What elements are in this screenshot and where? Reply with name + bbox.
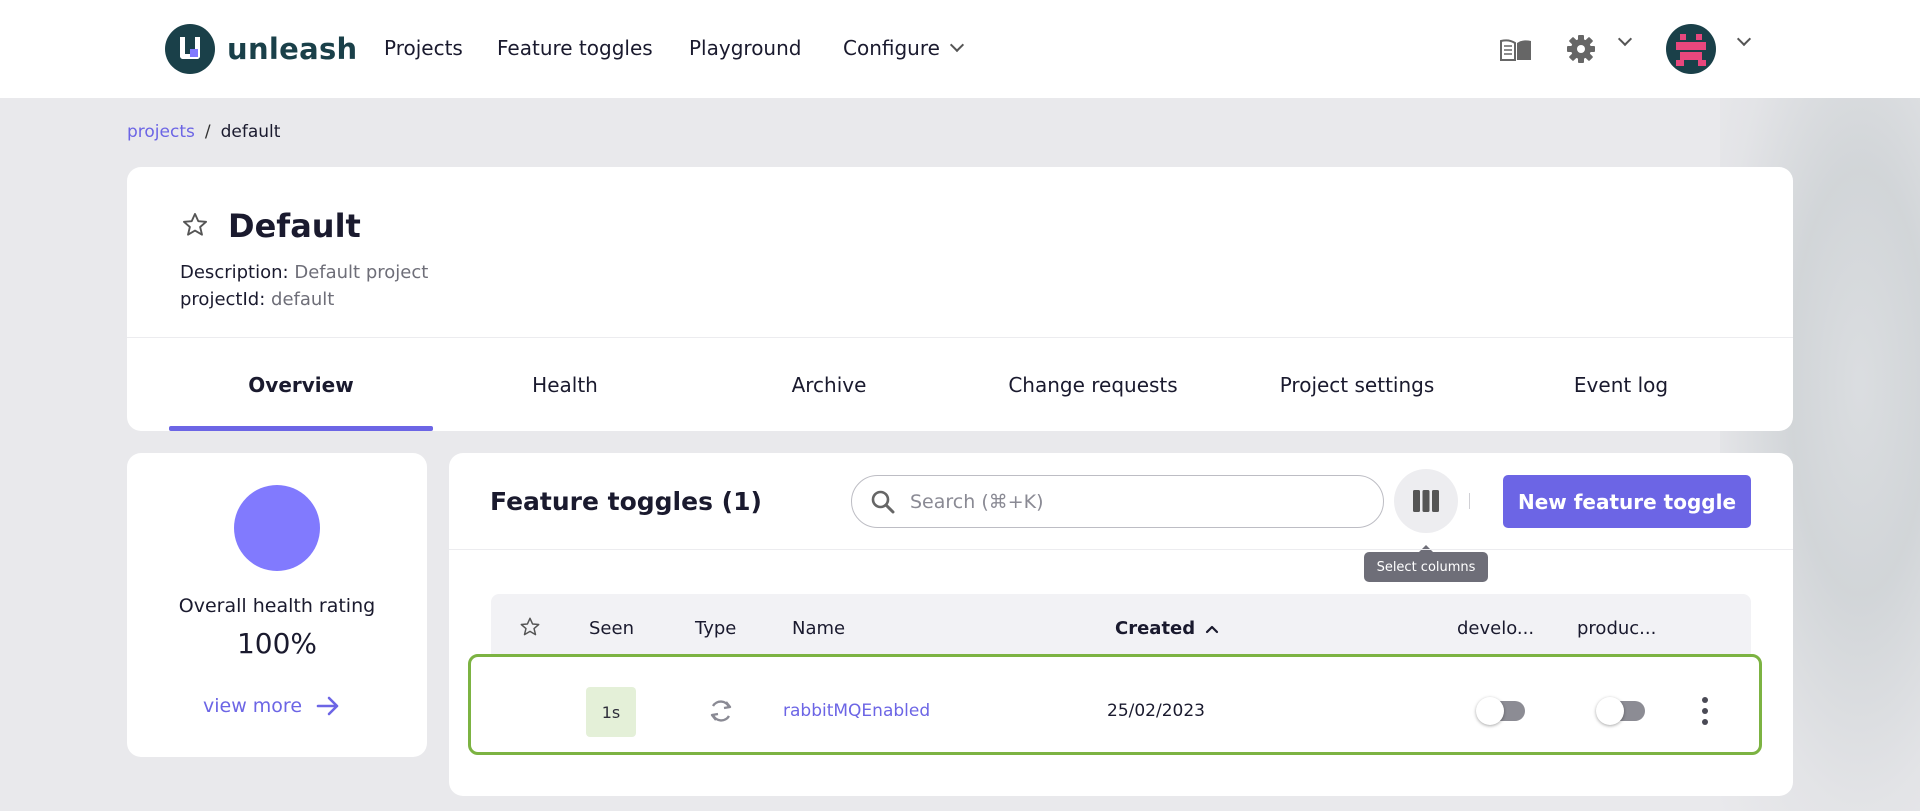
column-header-development[interactable]: develo... [1457,618,1534,639]
tab-change-requests[interactable]: Change requests [961,338,1225,431]
feature-toggles-card: Feature toggles (1) New feature toggle S… [449,453,1793,796]
header-actions [1500,24,1752,74]
development-toggle-switch[interactable] [1476,697,1525,725]
breadcrumb-projects-link[interactable]: projects [127,122,195,142]
health-rating-card: Overall health rating 100% view more [127,453,427,757]
release-toggle-type-icon [710,700,732,722]
nav-configure-label: Configure [843,36,940,60]
view-more-link[interactable]: view more [203,695,340,717]
settings-chevron-down-icon[interactable] [1617,31,1633,47]
column-header-name[interactable]: Name [792,618,845,639]
project-header-card: Default Description: Default project pro… [127,167,1793,431]
row-actions-more-icon[interactable] [1700,697,1710,725]
tab-overview[interactable]: Overview [169,338,433,431]
documentation-book-icon[interactable] [1500,38,1532,62]
view-more-label: view more [203,695,303,717]
feature-toggle-name-link[interactable]: rabbitMQEnabled [783,701,930,721]
project-id-key: projectId: [180,289,266,310]
search-icon [871,490,895,513]
health-indicator-circle [234,485,320,571]
production-toggle-switch[interactable] [1596,697,1645,725]
top-navigation-bar: unleash Projects Feature toggles Playgro… [0,0,1920,98]
search-box[interactable] [851,475,1384,528]
switch-knob [1476,697,1504,725]
sort-ascending-chevron-up-icon [1206,625,1219,633]
settings-gear-icon[interactable] [1566,34,1596,64]
column-header-created[interactable]: Created [1115,618,1219,639]
tab-project-settings[interactable]: Project settings [1225,338,1489,431]
toolbar-divider [1469,493,1470,509]
breadcrumb: projects / default [127,122,280,142]
search-input[interactable] [910,490,1350,513]
created-date: 25/02/2023 [1107,701,1205,721]
columns-icon [1413,490,1439,512]
description-key: Description: [180,262,289,283]
column-header-created-label: Created [1115,618,1196,639]
new-feature-toggle-button[interactable]: New feature toggle [1503,475,1751,528]
nav-projects[interactable]: Projects [384,36,463,60]
project-id-value: default [271,289,335,310]
arrow-right-icon [316,696,339,716]
select-columns-tooltip: Select columns [1364,545,1488,582]
favorite-column-star-icon[interactable] [519,616,541,638]
nav-configure[interactable]: Configure [843,36,965,60]
nav-feature-toggles[interactable]: Feature toggles [497,36,653,60]
feature-toggles-title: Feature toggles (1) [490,487,762,516]
description-value: Default project [294,262,429,283]
nav-playground[interactable]: Playground [689,36,801,60]
tab-health[interactable]: Health [433,338,697,431]
health-label: Overall health rating [178,595,376,617]
tab-archive[interactable]: Archive [697,338,961,431]
page-title: Default [228,207,361,245]
table-row[interactable]: 1s rabbitMQEnabled 25/02/2023 [468,654,1762,755]
project-meta: Description: Default project projectId: … [180,259,428,313]
user-avatar[interactable] [1666,24,1716,74]
divider [449,549,1793,550]
health-value: 100% [236,627,318,660]
favorite-star-icon[interactable] [181,211,209,239]
tab-event-log[interactable]: Event log [1489,338,1753,431]
select-columns-button[interactable] [1394,469,1458,533]
logo-icon [165,24,215,74]
seen-badge: 1s [586,687,636,737]
unleash-logo[interactable]: unleash [165,24,357,74]
chevron-down-icon [949,37,965,53]
column-header-type[interactable]: Type [695,618,736,639]
project-tabs: Overview Health Archive Change requests … [169,338,1753,431]
avatar-pattern-icon [1676,34,1706,66]
switch-knob [1596,697,1624,725]
breadcrumb-current: default [220,122,281,142]
column-header-seen[interactable]: Seen [589,618,634,639]
logo-text: unleash [227,32,358,66]
user-menu-chevron-down-icon[interactable] [1736,31,1752,47]
breadcrumb-separator: / [204,122,211,142]
column-header-production[interactable]: produc... [1577,618,1656,639]
